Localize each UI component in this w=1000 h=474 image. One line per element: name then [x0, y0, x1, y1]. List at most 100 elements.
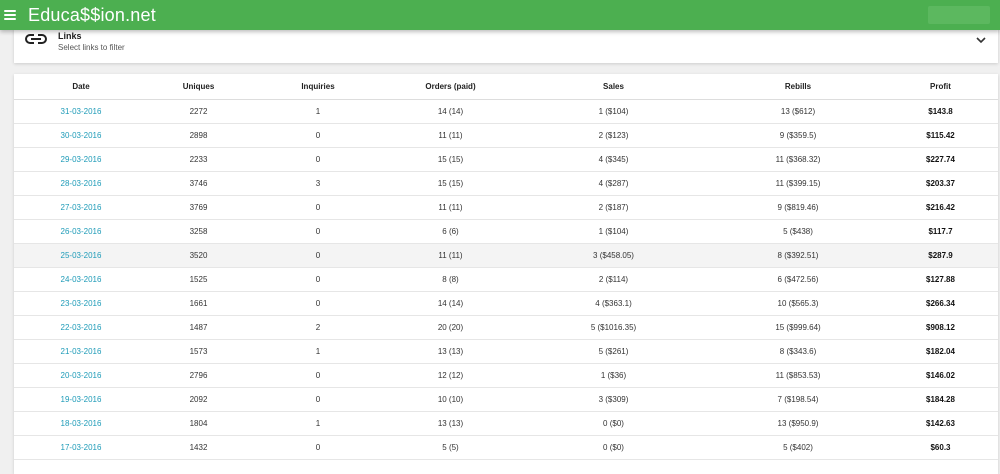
- column-header-orders[interactable]: Orders (paid): [387, 74, 514, 100]
- cell-inquiries: 1: [249, 339, 387, 364]
- table-row: 21-03-2016 1573 1 13 (13) 5 ($261) 8 ($343.6)…: [14, 339, 998, 364]
- cell-sales: 3 ($309): [514, 387, 713, 412]
- cell-sales: 2 ($114): [514, 267, 713, 292]
- appbar-action-button[interactable]: [928, 6, 990, 24]
- cell-orders: 20 (20): [387, 315, 514, 340]
- cell-inquiries: 0: [249, 195, 387, 220]
- cell-profit: $146.02: [883, 363, 998, 388]
- table-row: 31-03-2016 2272 1 14 (14) 1 ($104) 13 ($612) $…: [14, 99, 998, 124]
- table-body: 31-03-2016 2272 1 14 (14) 1 ($104) 13 ($612) $…: [14, 99, 998, 460]
- cell-date[interactable]: 17-03-2016: [14, 435, 148, 460]
- cell-orders: 11 (11): [387, 195, 514, 220]
- cell-uniques: 1573: [148, 339, 249, 364]
- cell-date[interactable]: 30-03-2016: [14, 123, 148, 148]
- cell-sales: 1 ($104): [514, 219, 713, 244]
- cell-uniques: 2092: [148, 387, 249, 412]
- column-header-sales[interactable]: Sales: [514, 74, 713, 100]
- table-row: 17-03-2016 1432 0 5 (5) 0 ($0) 5 ($402) $60.3: [14, 435, 998, 460]
- cell-profit: $115.42: [883, 123, 998, 148]
- cell-orders: 15 (15): [387, 171, 514, 196]
- cell-date[interactable]: 27-03-2016: [14, 195, 148, 220]
- cell-orders: 14 (14): [387, 291, 514, 316]
- cell-profit: $127.88: [883, 267, 998, 292]
- cell-date[interactable]: 23-03-2016: [14, 291, 148, 316]
- table-row: 28-03-2016 3746 3 15 (15) 4 ($287) 11 ($399.1…: [14, 171, 998, 196]
- cell-orders: 12 (12): [387, 363, 514, 388]
- table-row: 20-03-2016 2796 0 12 (12) 1 ($36) 11 ($853.53…: [14, 363, 998, 388]
- cell-rebills: 8 ($343.6): [713, 339, 883, 364]
- table-row: 26-03-2016 3258 0 6 (6) 1 ($104) 5 ($438) $117…: [14, 219, 998, 244]
- cell-rebills: 10 ($565.3): [713, 291, 883, 316]
- cell-sales: 0 ($0): [514, 411, 713, 436]
- cell-rebills: 15 ($999.64): [713, 315, 883, 340]
- cell-uniques: 3746: [148, 171, 249, 196]
- cell-orders: 11 (11): [387, 123, 514, 148]
- cell-inquiries: 0: [249, 219, 387, 244]
- cell-date[interactable]: 29-03-2016: [14, 147, 148, 172]
- cell-orders: 15 (15): [387, 147, 514, 172]
- table-row: 27-03-2016 3769 0 11 (11) 2 ($187) 9 ($819.46…: [14, 195, 998, 220]
- cell-orders: 8 (8): [387, 267, 514, 292]
- stats-table-card: Date Uniques Inquiries Orders (paid) Sales Re…: [14, 74, 998, 474]
- column-header-uniques[interactable]: Uniques: [148, 74, 249, 100]
- cell-profit: $182.04: [883, 339, 998, 364]
- cell-rebills: 11 ($368.32): [713, 147, 883, 172]
- cell-rebills: 9 ($819.46): [713, 195, 883, 220]
- cell-uniques: 3520: [148, 243, 249, 268]
- cell-inquiries: 1: [249, 99, 387, 124]
- cell-date[interactable]: 20-03-2016: [14, 363, 148, 388]
- cell-orders: 5 (5): [387, 435, 514, 460]
- cell-inquiries: 3: [249, 171, 387, 196]
- table-row: 19-03-2016 2092 0 10 (10) 3 ($309) 7 ($198.54…: [14, 387, 998, 412]
- cell-date[interactable]: 19-03-2016: [14, 387, 148, 412]
- cell-rebills: 8 ($392.51): [713, 243, 883, 268]
- cell-date[interactable]: 22-03-2016: [14, 315, 148, 340]
- cell-orders: 13 (13): [387, 411, 514, 436]
- column-header-date[interactable]: Date: [14, 74, 148, 100]
- cell-sales: 4 ($287): [514, 171, 713, 196]
- cell-sales: 5 ($261): [514, 339, 713, 364]
- cell-uniques: 3258: [148, 219, 249, 244]
- filter-text: Links Select links to filter: [58, 31, 125, 53]
- column-header-inquiries[interactable]: Inquiries: [249, 74, 387, 100]
- cell-date[interactable]: 31-03-2016: [14, 99, 148, 124]
- cell-uniques: 1804: [148, 411, 249, 436]
- cell-uniques: 2796: [148, 363, 249, 388]
- cell-uniques: 2272: [148, 99, 249, 124]
- cell-inquiries: 0: [249, 147, 387, 172]
- cell-inquiries: 2: [249, 315, 387, 340]
- cell-uniques: 1487: [148, 315, 249, 340]
- cell-profit: $60.3: [883, 435, 998, 460]
- cell-profit: $142.63: [883, 411, 998, 436]
- cell-rebills: 5 ($438): [713, 219, 883, 244]
- cell-sales: 3 ($458.05): [514, 243, 713, 268]
- cell-profit: $266.34: [883, 291, 998, 316]
- menu-icon[interactable]: [4, 10, 16, 20]
- link-icon: [25, 34, 47, 44]
- cell-date[interactable]: 26-03-2016: [14, 219, 148, 244]
- table-row: 30-03-2016 2898 0 11 (11) 2 ($123) 9 ($359.5)…: [14, 123, 998, 148]
- cell-orders: 13 (13): [387, 339, 514, 364]
- cell-profit: $227.74: [883, 147, 998, 172]
- cell-orders: 10 (10): [387, 387, 514, 412]
- column-header-profit[interactable]: Profit: [883, 74, 998, 100]
- cell-inquiries: 0: [249, 291, 387, 316]
- cell-date[interactable]: 21-03-2016: [14, 339, 148, 364]
- cell-date[interactable]: 18-03-2016: [14, 411, 148, 436]
- cell-orders: 6 (6): [387, 219, 514, 244]
- cell-profit: $287.9: [883, 243, 998, 268]
- cell-rebills: 13 ($950.9): [713, 411, 883, 436]
- cell-profit: $117.7: [883, 219, 998, 244]
- chevron-down-icon[interactable]: [976, 36, 986, 44]
- cell-rebills: 9 ($359.5): [713, 123, 883, 148]
- cell-sales: 4 ($363.1): [514, 291, 713, 316]
- cell-date[interactable]: 24-03-2016: [14, 267, 148, 292]
- cell-rebills: 5 ($402): [713, 435, 883, 460]
- cell-rebills: 7 ($198.54): [713, 387, 883, 412]
- cell-date[interactable]: 28-03-2016: [14, 171, 148, 196]
- cell-date[interactable]: 25-03-2016: [14, 243, 148, 268]
- column-header-rebills[interactable]: Rebills: [713, 74, 883, 100]
- cell-inquiries: 0: [249, 435, 387, 460]
- cell-inquiries: 0: [249, 243, 387, 268]
- cell-uniques: 2233: [148, 147, 249, 172]
